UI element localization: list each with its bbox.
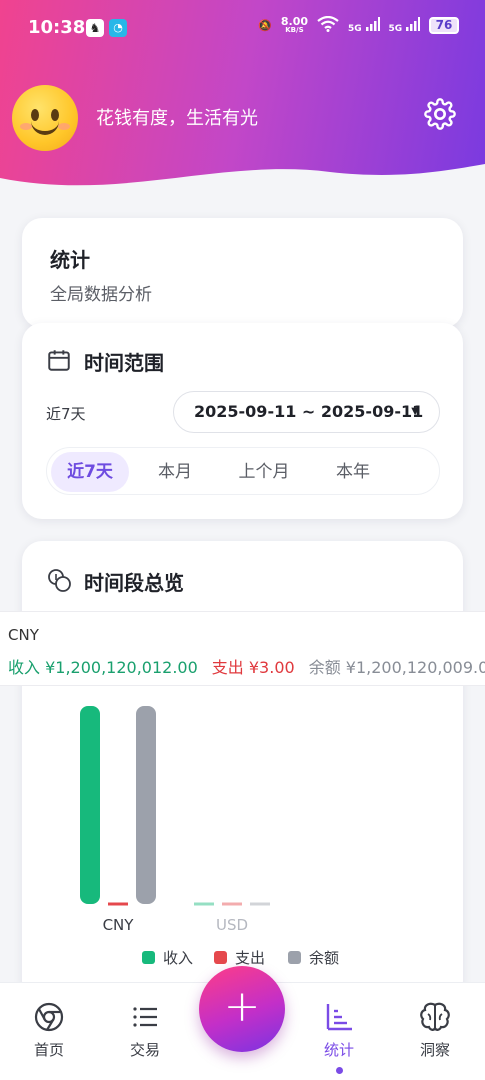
mute-icon: 🔕 <box>258 19 272 32</box>
time-range-card: 时间范围 近7天 2025-09-11 ~ 2025-09-11 ▼ 近7天 本… <box>22 323 463 519</box>
chip-this-month[interactable]: 本月 <box>139 452 211 492</box>
signal-icon-1: 5G <box>348 17 380 34</box>
nav-stats[interactable]: 统计 <box>304 1001 374 1060</box>
legend-swatch <box>214 951 227 964</box>
stats-title: 统计 <box>50 248 90 272</box>
legend-item[interactable]: 收入 <box>142 949 193 967</box>
chip-last-7-days[interactable]: 近7天 <box>51 452 129 492</box>
battery-indicator: 76 <box>429 17 459 34</box>
overview-bar-chart[interactable]: CNY USD 收入 支出 余额 <box>0 686 485 976</box>
active-indicator-dot <box>336 1067 343 1074</box>
date-range-value: 2025-09-11 ~ 2025-09-11 <box>194 402 424 421</box>
net-speed: 8.00 KB/S <box>280 14 308 34</box>
calendar-icon <box>48 350 70 371</box>
date-range-select[interactable]: 2025-09-11 ~ 2025-09-11 ▼ <box>173 391 440 433</box>
stats-subtitle: 全局数据分析 <box>50 285 152 305</box>
stats-header-card: 统计 全局数据分析 <box>22 218 463 328</box>
nav-home-label: 首页 <box>33 1041 64 1059</box>
legend-swatch <box>288 951 301 964</box>
legend-swatch <box>142 951 155 964</box>
legend-label: 支出 <box>235 949 265 967</box>
time-range-title: 时间范围 <box>84 351 164 375</box>
tooltip-expense: 支出 ¥3.00 <box>211 658 295 677</box>
app-notification-icon-2: ◔ <box>109 19 127 37</box>
wifi-icon <box>317 15 339 35</box>
avatar[interactable] <box>12 85 78 151</box>
add-transaction-button[interactable]: + <box>199 966 285 1052</box>
legend-item[interactable]: 支出 <box>214 949 265 967</box>
list-icon <box>133 1007 157 1027</box>
caret-down-icon: ▼ <box>411 406 419 417</box>
preset-chips: 近7天 本月 上个月 本年 <box>46 447 440 495</box>
legend-item[interactable]: 余额 <box>288 949 339 967</box>
legend-label: 收入 <box>163 949 193 967</box>
x-tick-label: USD <box>216 916 248 934</box>
signal-icon-2: 5G <box>389 17 420 34</box>
settings-gear-icon[interactable] <box>424 98 456 130</box>
header-slogan: 花钱有度，生活有光 <box>96 108 258 129</box>
current-range-label: 近7天 <box>46 405 86 423</box>
overview-title: 时间段总览 <box>84 571 184 595</box>
nav-stats-label: 统计 <box>323 1041 354 1059</box>
status-time: 10:38 <box>28 17 86 38</box>
brain-icon <box>420 1002 450 1031</box>
legend-label: 余额 <box>309 949 339 967</box>
bar-cny-2[interactable] <box>136 706 156 904</box>
chip-this-year[interactable]: 本年 <box>317 452 389 492</box>
nav-home[interactable]: 首页 <box>14 1001 84 1060</box>
coins-icon <box>48 569 71 592</box>
nav-insights-label: 洞察 <box>419 1041 450 1059</box>
nav-transactions[interactable]: 交易 <box>110 1001 180 1060</box>
home-chrome-icon <box>34 1002 64 1032</box>
nav-insights[interactable]: 洞察 <box>400 1001 470 1060</box>
tooltip-balance: 余额 ¥1,200,120,009.00 <box>308 658 485 677</box>
chart-tooltip: CNY 收入 ¥1,200,120,012.00 支出 ¥3.00 余额 ¥1,20… <box>0 611 485 686</box>
bar-chart-icon <box>326 1004 352 1031</box>
tooltip-income: 收入 ¥1,200,120,012.00 <box>8 658 198 677</box>
app-notification-icon: ♞ <box>86 19 104 37</box>
bar-cny-0[interactable] <box>80 706 100 904</box>
x-tick-label: CNY <box>103 916 135 934</box>
tooltip-currency: CNY <box>8 626 39 644</box>
chip-last-month[interactable]: 上个月 <box>219 452 309 492</box>
status-bar: 10:38 ♞ ◔ 🔕 8.00 KB/S 5G 5G 76 <box>0 0 485 56</box>
nav-transactions-label: 交易 <box>129 1041 160 1059</box>
header-wave <box>0 164 485 210</box>
